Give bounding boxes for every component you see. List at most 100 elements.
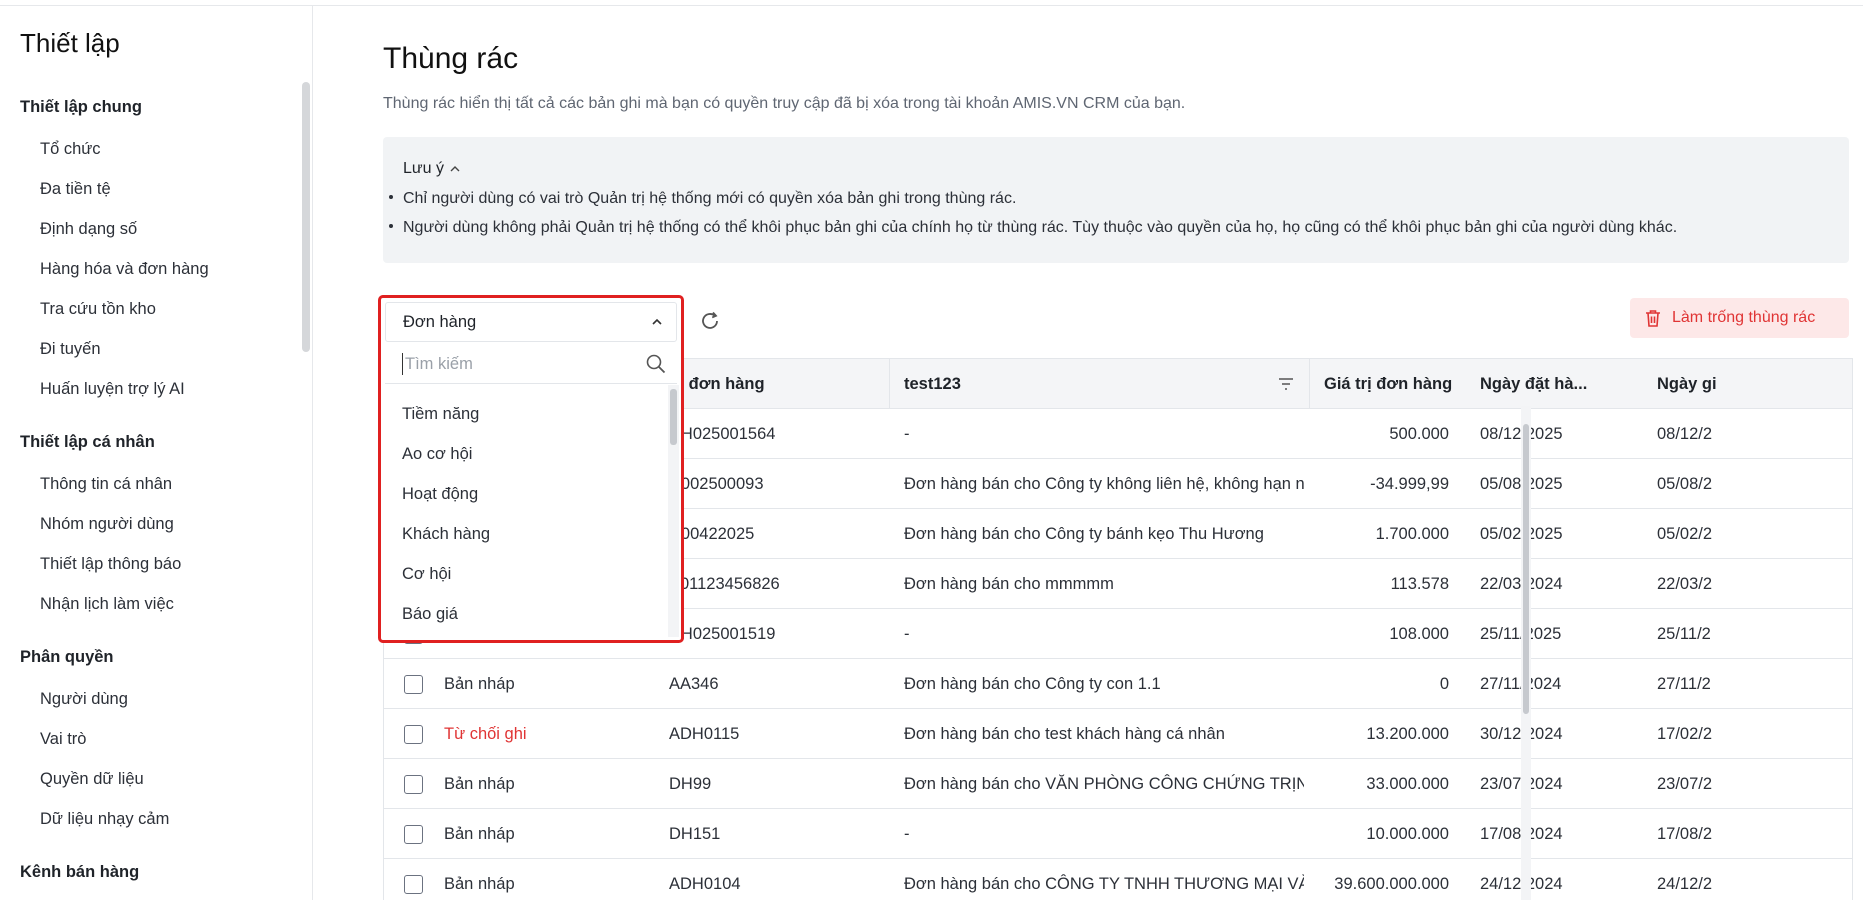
row-order-number[interactable]: H002500093	[669, 459, 879, 509]
sidebar-item-products-orders[interactable]: Hàng hóa và đơn hàng	[40, 260, 209, 279]
row-description: -	[904, 625, 910, 643]
table-row[interactable]: Từ chối ghi ADH0115 Đơn hàng bán cho test …	[384, 709, 1852, 759]
row-description: Đơn hàng bán cho test khách hàng cá nhân	[904, 725, 1225, 743]
row-order-value: 113.578	[1390, 575, 1449, 593]
sidebar-item-organization[interactable]: Tổ chức	[40, 140, 101, 159]
object-type-dropdown: Đơn hàng Tiềm năng Ao cơ hội Hoạt động K…	[378, 295, 684, 643]
settings-sidebar: Thiết lập Thiết lập chung Tổ chức Đa tiề…	[0, 6, 313, 900]
empty-trash-label: Làm trống thùng rác	[1672, 309, 1816, 326]
sidebar-group-permissions[interactable]: Phân quyền	[20, 648, 114, 667]
dropdown-option-leads[interactable]: Tiềm năng	[402, 405, 479, 424]
col-header-test123[interactable]: test123	[904, 359, 961, 409]
row-checkbox[interactable]	[404, 775, 423, 794]
sidebar-item-multi-currency[interactable]: Đa tiền tệ	[40, 180, 111, 199]
dropdown-option-quotes[interactable]: Báo giá	[402, 605, 458, 624]
row-date-2: 23/07/2	[1657, 775, 1713, 793]
dropdown-scrollbar-thumb[interactable]	[670, 389, 677, 445]
row-order-number[interactable]: S01123456826	[669, 559, 879, 609]
note-box: Lưu ý Chỉ người dùng có vai trò Quản trị…	[383, 137, 1849, 263]
search-icon[interactable]	[645, 353, 667, 375]
row-date-2: 05/02/2	[1657, 525, 1713, 543]
row-order-date: 17/08/2024	[1480, 809, 1630, 859]
dropdown-option-opportunities[interactable]: Cơ hội	[402, 565, 451, 584]
table-row[interactable]: Bản nháp DH151 - 10.000.000 17/08/2024 17/08/…	[384, 809, 1852, 859]
dropdown-search-input[interactable]	[402, 353, 632, 375]
col-header-date-2[interactable]: Ngày gi	[1657, 359, 1717, 409]
sidebar-group-sales-channels[interactable]: Kênh bán hàng	[20, 863, 139, 882]
row-date-2: 05/08/2	[1657, 475, 1713, 493]
row-order-date: 27/11/2024	[1480, 659, 1630, 709]
note-toggle[interactable]: Lưu ý	[403, 160, 461, 178]
sidebar-item-notifications[interactable]: Thiết lập thông báo	[40, 555, 181, 574]
sidebar-scrollbar[interactable]	[302, 82, 310, 352]
row-order-date: 22/03/2024	[1480, 559, 1630, 609]
row-order-number[interactable]: AA346	[669, 659, 879, 709]
col-header-order-number[interactable]: ố đơn hàng	[674, 359, 765, 409]
row-checkbox[interactable]	[404, 725, 423, 744]
row-order-date: 08/12/2025	[1480, 409, 1630, 459]
dropdown-option-customers[interactable]: Khách hàng	[402, 525, 490, 544]
sidebar-item-number-format[interactable]: Định dạng số	[40, 220, 137, 239]
table-row[interactable]: Bản nháp DH99 Đơn hàng bán cho VĂN PHÒNG C…	[384, 759, 1852, 809]
row-order-value: -34.999,99	[1370, 475, 1449, 493]
col-header-order-date[interactable]: Ngày đặt hà...	[1480, 359, 1587, 409]
object-type-selected: Đơn hàng	[403, 313, 477, 331]
row-order-value: 500.000	[1389, 425, 1449, 443]
sidebar-title: Thiết lập	[20, 28, 120, 58]
row-date-2: 08/12/2	[1657, 425, 1713, 443]
row-description: Đơn hàng bán cho Công ty bánh kẹo Thu Hư…	[904, 525, 1264, 543]
row-order-date: 05/02/2025	[1480, 509, 1630, 559]
row-order-number[interactable]: HH025001519	[669, 609, 879, 659]
row-checkbox[interactable]	[404, 825, 423, 844]
sidebar-item-data-permissions[interactable]: Quyền dữ liệu	[40, 770, 144, 789]
table-row[interactable]: Bản nháp AA346 Đơn hàng bán cho Công ty co…	[384, 659, 1852, 709]
row-date-2: 17/02/2	[1657, 725, 1713, 743]
sidebar-item-inventory-lookup[interactable]: Tra cứu tồn kho	[40, 300, 156, 319]
row-checkbox[interactable]	[404, 875, 423, 894]
sidebar-item-users[interactable]: Người dùng	[40, 690, 128, 709]
sidebar-item-user-groups[interactable]: Nhóm người dùng	[40, 515, 174, 534]
refresh-icon[interactable]	[697, 308, 723, 334]
row-order-value: 13.200.000	[1366, 725, 1449, 743]
table-scrollbar-thumb[interactable]	[1523, 424, 1529, 714]
row-date-2: 17/08/2	[1657, 825, 1713, 843]
trash-icon	[1646, 310, 1660, 327]
row-order-value: 1.700.000	[1375, 525, 1449, 543]
row-description: Đơn hàng bán cho Công ty không liên hệ, …	[904, 475, 1304, 493]
row-order-number[interactable]: H00422025	[669, 509, 879, 559]
row-order-number[interactable]: DH99	[669, 759, 879, 809]
row-order-number[interactable]: DH151	[669, 809, 879, 859]
note-line-2: Người dùng không phải Quản trị hệ thống …	[389, 219, 1677, 237]
sidebar-item-roles[interactable]: Vai trò	[40, 730, 86, 749]
sidebar-item-sensitive-data[interactable]: Dữ liệu nhạy cảm	[40, 810, 169, 829]
note-line-1: Chỉ người dùng có vai trò Quản trị hệ th…	[389, 190, 1016, 208]
dropdown-options: Tiềm năng Ao cơ hội Hoạt động Khách hàng…	[385, 388, 677, 636]
dropdown-search	[385, 344, 677, 384]
sidebar-item-routes[interactable]: Đi tuyến	[40, 340, 101, 359]
object-type-select[interactable]: Đơn hàng	[385, 302, 677, 342]
sidebar-item-personal-info[interactable]: Thông tin cá nhân	[40, 475, 172, 494]
col-header-order-value[interactable]: Giá trị đơn hàng	[1324, 359, 1452, 409]
row-status: Bản nháp	[444, 675, 515, 693]
note-title: Lưu ý	[403, 160, 444, 177]
row-description: Đơn hàng bán cho mmmmm	[904, 575, 1114, 593]
row-status: Từ chối ghi	[444, 725, 527, 743]
empty-trash-button[interactable]: Làm trống thùng rác	[1630, 298, 1849, 338]
row-date-2: 22/03/2	[1657, 575, 1713, 593]
sidebar-group-general[interactable]: Thiết lập chung	[20, 98, 142, 117]
row-checkbox[interactable]	[404, 675, 423, 694]
row-order-number[interactable]: ADH0104	[669, 859, 879, 900]
dropdown-option-opportunity-pool[interactable]: Ao cơ hội	[402, 445, 472, 464]
sidebar-item-work-schedule[interactable]: Nhận lịch làm việc	[40, 595, 174, 614]
row-order-date: 05/08/2025	[1480, 459, 1630, 509]
row-order-number[interactable]: HH025001564	[669, 409, 879, 459]
filter-icon[interactable]	[1278, 377, 1294, 391]
dropdown-option-activities[interactable]: Hoạt động	[402, 485, 478, 504]
row-order-number[interactable]: ADH0115	[669, 709, 879, 759]
sidebar-group-personal[interactable]: Thiết lập cá nhân	[20, 433, 155, 452]
row-date-2: 24/12/2	[1657, 875, 1713, 893]
row-description: Đơn hàng bán cho VĂN PHÒNG CÔNG CHỨNG TR…	[904, 775, 1304, 793]
sidebar-item-ai-training[interactable]: Huấn luyện trợ lý AI	[40, 380, 185, 399]
table-row[interactable]: Bản nháp ADH0104 Đơn hàng bán cho CÔNG TY …	[384, 859, 1852, 900]
row-order-value: 39.600.000.000	[1334, 875, 1449, 893]
